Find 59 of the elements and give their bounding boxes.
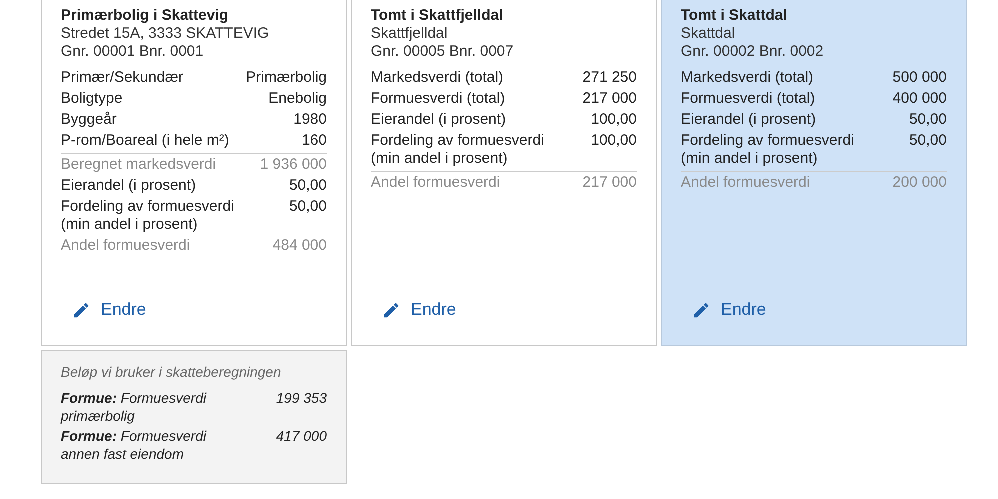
row-value: 200 000: [892, 174, 947, 192]
row-label: Formuesverdi (total): [371, 90, 506, 108]
property-cadastre: Gnr. 00001 Bnr. 0001: [61, 43, 205, 61]
row-label: Andel formuesverdi: [681, 174, 810, 192]
row-value: 1980: [294, 111, 327, 129]
property-address: Stredet 15A, 3333 SKATTEVIG: [61, 25, 270, 43]
property-card[interactable]: [351, 0, 657, 346]
row-label: Beregnet markedsverdi: [61, 156, 216, 174]
row-value: 50,00: [289, 198, 327, 217]
row-value: 160: [302, 132, 327, 150]
row-value: 50,00: [909, 132, 947, 151]
row-label: P-rom/Boareal (i hele m²): [61, 132, 230, 150]
summary-label: Formue: Formuesverdi annen fast eiendom: [61, 427, 208, 463]
pencil-icon: [382, 300, 401, 320]
row-value: 50,00: [289, 177, 327, 195]
row-label: Fordeling av formuesverdi (min andel i prosent): [371, 132, 546, 168]
edit-button[interactable]: Endre: [681, 300, 766, 320]
row-label: Primær/Sekundær: [61, 69, 184, 87]
row-label: Markedsverdi (total): [371, 69, 504, 87]
summary-value: 199 353: [276, 389, 327, 408]
edit-button[interactable]: Endre: [61, 300, 146, 320]
row-value: 217 000: [582, 174, 637, 192]
row-label: Boligtype: [61, 90, 123, 108]
row-label: Byggeår: [61, 111, 117, 129]
row-label: Eierandel (i prosent): [61, 177, 196, 195]
row-label: Markedsverdi (total): [681, 69, 814, 87]
row-value: Enebolig: [268, 90, 327, 108]
summary-value: 417 000: [276, 427, 327, 446]
row-label: Eierandel (i prosent): [681, 111, 816, 129]
pencil-icon: [692, 300, 711, 320]
property-cadastre: Gnr. 00005 Bnr. 0007: [371, 43, 515, 61]
row-label: Andel formuesverdi: [61, 237, 190, 255]
row-value: Primærbolig: [246, 69, 327, 87]
summary-label: Formue: Formuesverdi primærbolig: [61, 389, 208, 425]
row-value: 500 000: [892, 69, 947, 87]
summary-heading: Beløp vi bruker i skatteberegningen: [61, 363, 282, 381]
property-card[interactable]: [661, 0, 967, 346]
edit-button[interactable]: Endre: [371, 300, 456, 320]
property-title: Tomt i Skattdal: [681, 7, 788, 25]
property-address: Skattfjelldal: [371, 25, 449, 43]
property-cadastre: Gnr. 00002 Bnr. 0002: [681, 43, 825, 61]
row-value: 50,00: [909, 111, 947, 129]
row-value: 1 936 000: [260, 156, 327, 174]
property-address: Skattdal: [681, 25, 736, 43]
row-label: Eierandel (i prosent): [371, 111, 506, 129]
row-value: 217 000: [582, 90, 637, 108]
row-label: Fordeling av formuesverdi (min andel i prosent): [61, 198, 236, 234]
row-value: 400 000: [892, 90, 947, 108]
row-value: 100,00: [591, 132, 637, 151]
property-title: Tomt i Skattfjelldal: [371, 7, 504, 25]
row-label: Formuesverdi (total): [681, 90, 816, 108]
row-label: Andel formuesverdi: [371, 174, 500, 192]
property-title: Primærbolig i Skattevig: [61, 7, 230, 25]
row-value: 484 000: [272, 237, 327, 255]
row-value: 271 250: [582, 69, 637, 87]
pencil-icon: [72, 300, 91, 320]
row-label: Fordeling av formuesverdi (min andel i prosent): [681, 132, 856, 168]
row-value: 100,00: [591, 111, 637, 129]
property-card[interactable]: [41, 0, 347, 346]
